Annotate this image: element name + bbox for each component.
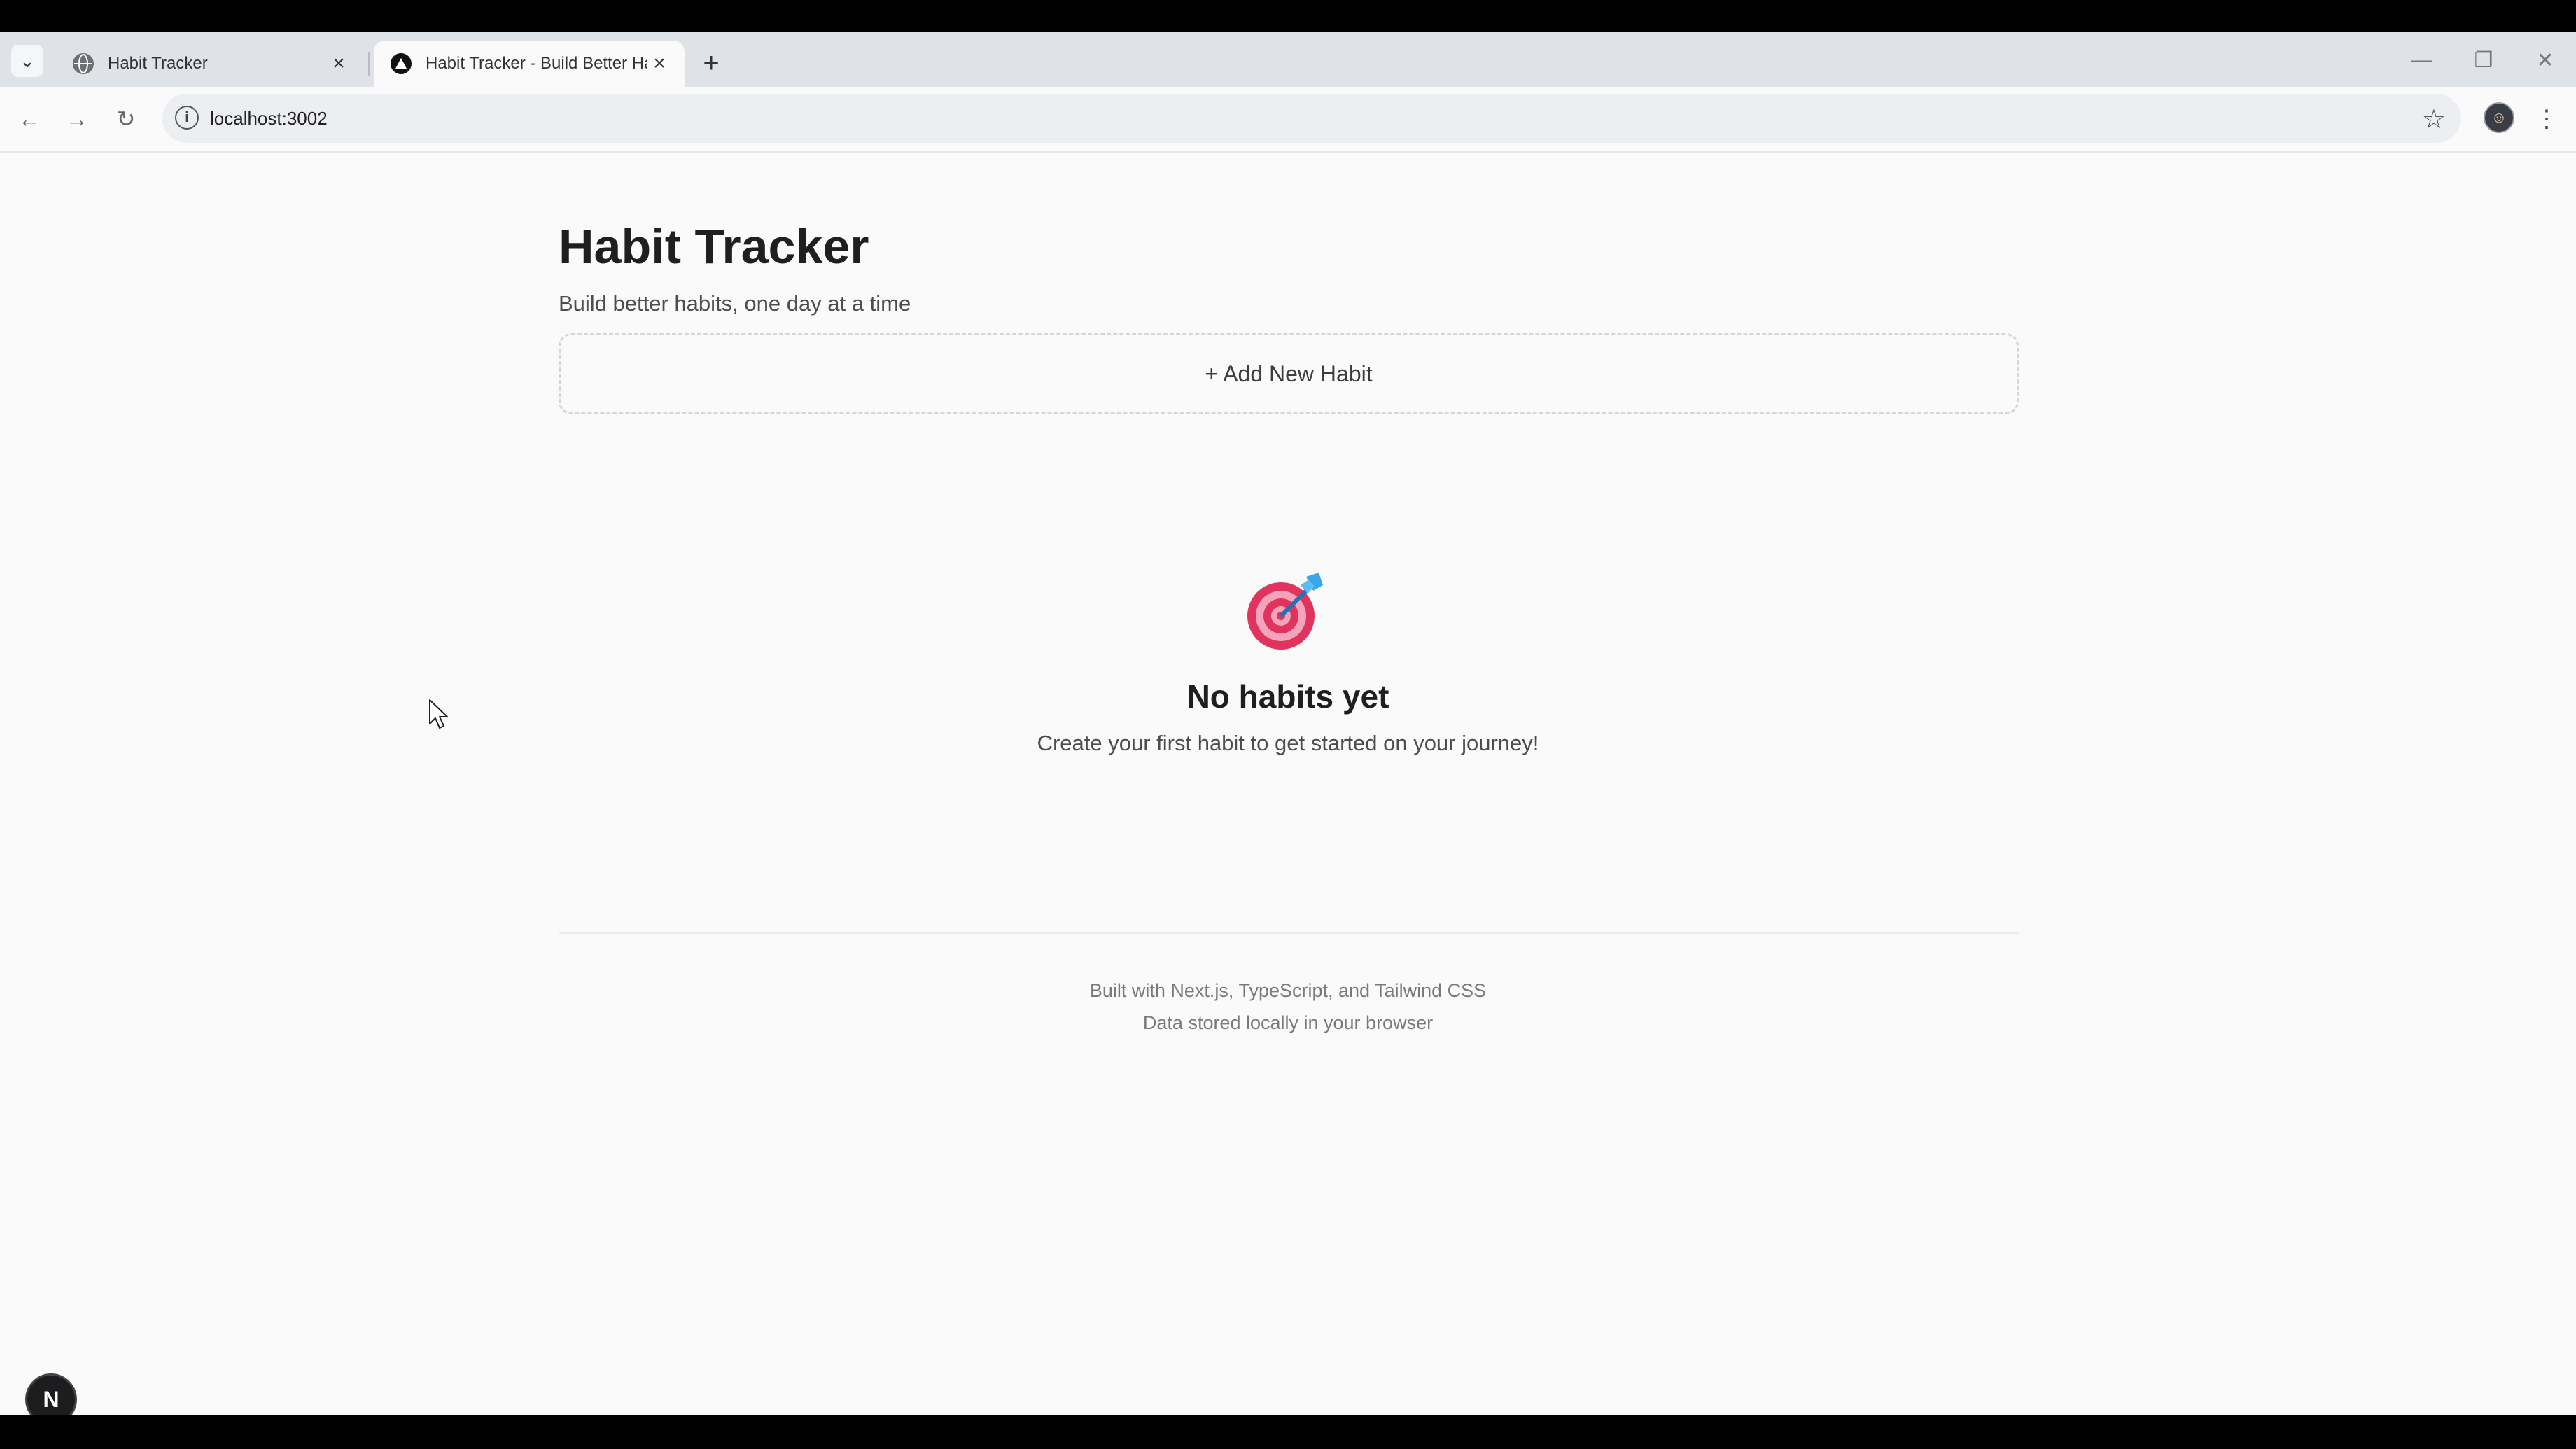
- tab-close-icon[interactable]: ×: [326, 51, 351, 76]
- globe-icon: [73, 53, 94, 74]
- chevron-down-icon: ⌄: [20, 50, 35, 71]
- address-bar[interactable]: i localhost:3002 ☆: [162, 94, 2461, 143]
- back-icon[interactable]: ←: [13, 102, 46, 136]
- tab-search-button[interactable]: ⌄: [11, 45, 43, 77]
- empty-state-description: Create your first habit to get started o…: [1037, 731, 1539, 755]
- profile-avatar-icon[interactable]: ☺: [2484, 102, 2514, 133]
- tab-separator: [368, 52, 370, 76]
- tab-title: Habit Tracker: [108, 54, 208, 73]
- target-dart-icon: [1247, 573, 1323, 650]
- empty-state-title: No habits yet: [1186, 678, 1390, 715]
- tab-title: Habit Tracker - Build Better Habits: [426, 54, 647, 73]
- reload-icon[interactable]: ↻: [109, 102, 143, 136]
- browser-window: ⌄ Habit Tracker × Habit Tracker - Build …: [0, 32, 2576, 1415]
- page-title: Habit Tracker: [559, 219, 869, 274]
- tab-close-icon[interactable]: ×: [647, 51, 672, 76]
- footer-tech-stack: Built with Next.js, TypeScript, and Tail…: [1089, 980, 1487, 1001]
- nextjs-triangle-icon: [391, 53, 412, 74]
- minimize-icon[interactable]: —: [2401, 43, 2443, 77]
- tab-strip: ⌄ Habit Tracker × Habit Tracker - Build …: [0, 32, 2576, 87]
- page-subtitle: Build better habits, one day at a time: [559, 291, 911, 316]
- add-new-habit-button[interactable]: + Add New Habit: [559, 333, 2019, 414]
- browser-menu-icon[interactable]: ⋮: [2533, 102, 2561, 136]
- page-content: Habit Tracker Build better habits, one d…: [0, 153, 2576, 1415]
- tab-habit-tracker[interactable]: Habit Tracker ×: [56, 41, 364, 87]
- url-text[interactable]: localhost:3002: [210, 108, 328, 130]
- footer-storage-note: Data stored locally in your browser: [1142, 1012, 1434, 1033]
- footer-divider: [559, 932, 2019, 934]
- screen-frame: ⌄ Habit Tracker × Habit Tracker - Build …: [0, 0, 2576, 1449]
- browser-toolbar: ← → ↻ i localhost:3002 ☆ ☺ ⋮: [0, 87, 2576, 153]
- new-tab-button[interactable]: +: [694, 46, 728, 80]
- tab-habit-tracker-build-better-habits[interactable]: Habit Tracker - Build Better Habits ×: [374, 41, 685, 87]
- forward-icon[interactable]: →: [60, 102, 94, 136]
- mouse-cursor-icon: [429, 699, 448, 729]
- nextjs-dev-badge[interactable]: N: [25, 1373, 77, 1415]
- restore-icon[interactable]: ❐: [2463, 43, 2505, 77]
- window-close-icon[interactable]: ✕: [2524, 43, 2566, 77]
- bookmark-star-icon[interactable]: ☆: [2422, 104, 2446, 135]
- site-info-icon[interactable]: i: [175, 106, 199, 130]
